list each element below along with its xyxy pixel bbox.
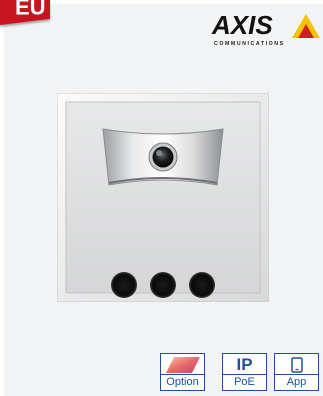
logo-word: AXIS: [212, 12, 273, 38]
logo-subtitle: COMMUNICATIONS: [214, 41, 285, 47]
ip-poe-badge: IP PoE: [222, 353, 267, 391]
axis-logo: AXIS COMMUNICATIONS: [212, 12, 320, 48]
axis-triangle-icon: [292, 14, 320, 38]
pal-option-badge: Option: [160, 353, 205, 391]
ip-label: IP: [236, 355, 253, 374]
product-card: EU AXIS COMMUNICATIONS Option IP PoE App: [0, 0, 323, 396]
poe-label: PoE: [223, 374, 266, 390]
region-badge-text: EU: [15, 0, 46, 20]
pal-icon: [161, 354, 204, 376]
door-station-image: [57, 93, 269, 302]
logo-text: AXIS: [212, 10, 273, 40]
app-badge: App: [274, 353, 319, 391]
smartphone-icon: [275, 354, 318, 376]
pal-option-label: Option: [161, 374, 204, 390]
app-label: App: [275, 374, 318, 390]
